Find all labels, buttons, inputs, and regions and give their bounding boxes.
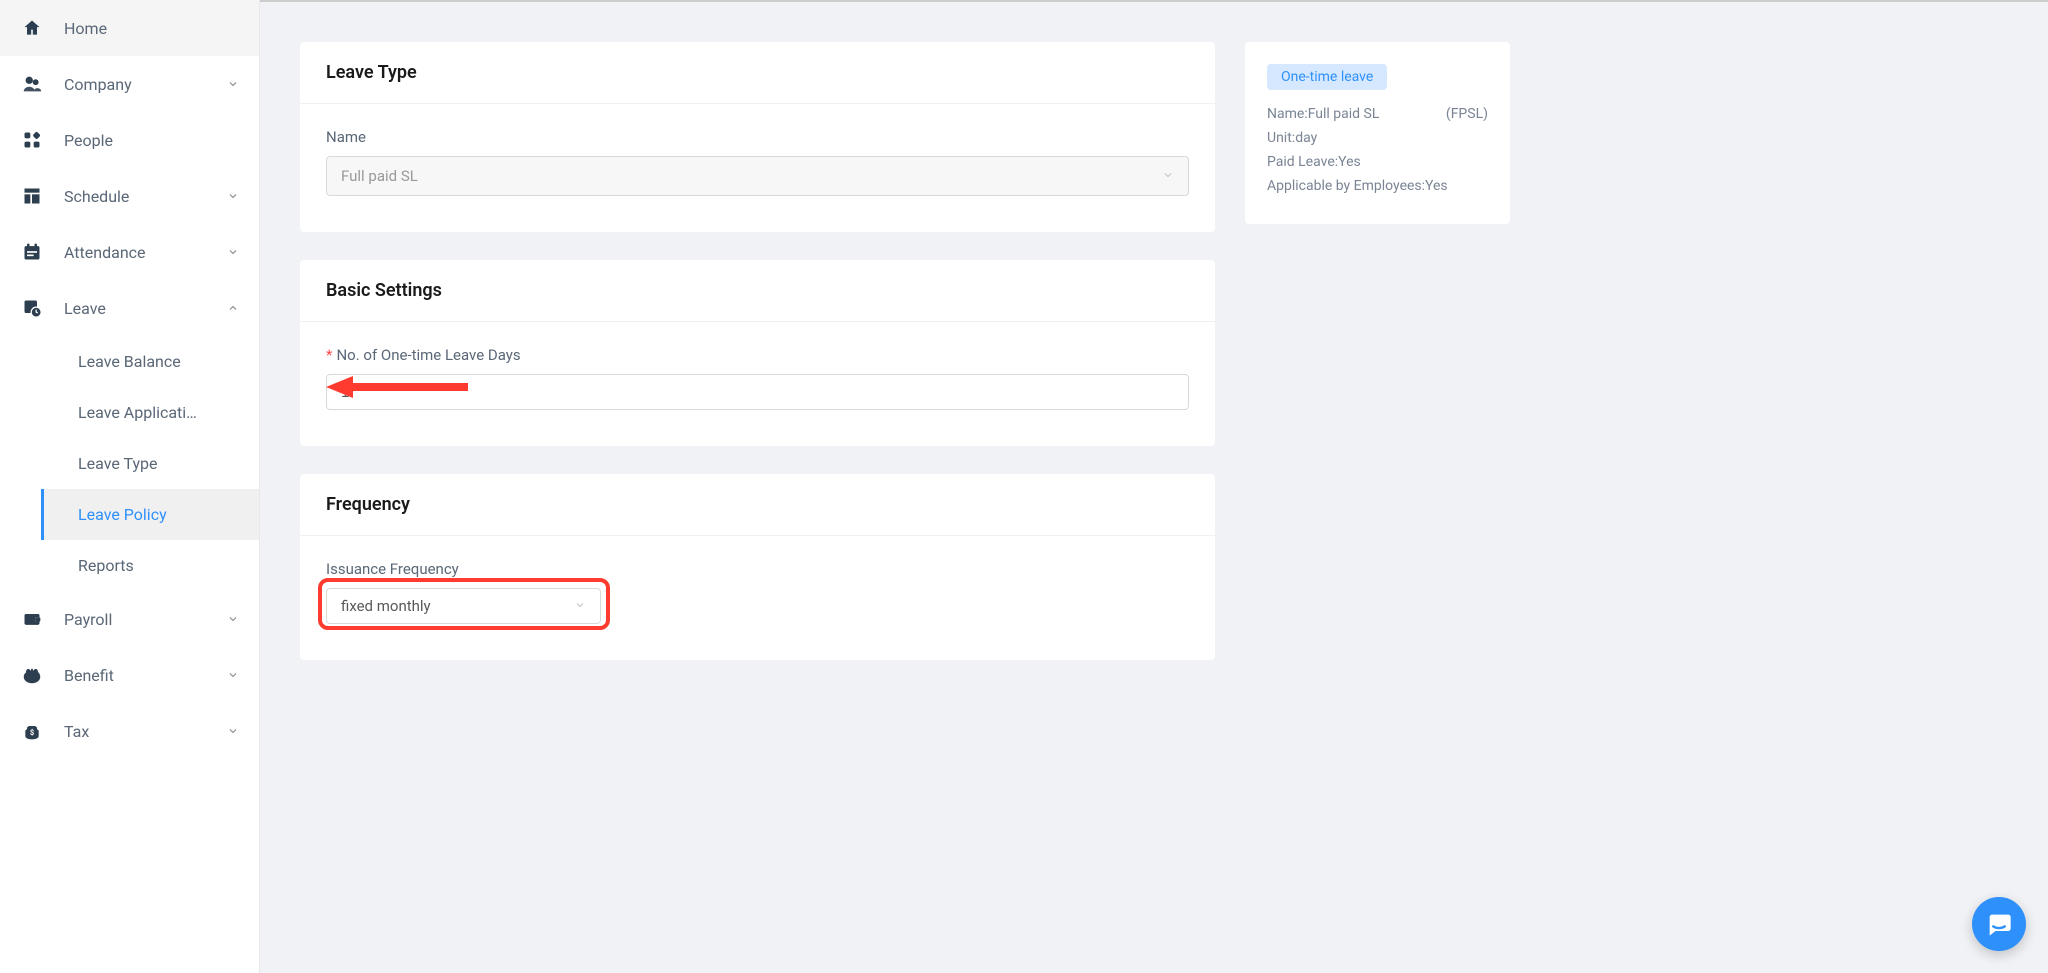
- chevron-down-icon: [574, 597, 586, 615]
- benefit-icon: [20, 663, 44, 687]
- main-content: Leave Type Name Full paid SL Basic Setti…: [260, 0, 2048, 973]
- svg-text:$: $: [30, 728, 34, 737]
- chevron-down-icon: [227, 243, 239, 262]
- sidebar-item-leave[interactable]: Leave: [0, 280, 259, 336]
- sub-item-reports[interactable]: Reports: [44, 540, 259, 591]
- sidebar-item-tax[interactable]: $ Tax: [0, 703, 259, 759]
- issuance-select[interactable]: fixed monthly: [326, 588, 601, 624]
- sidebar-item-label: Payroll: [64, 610, 227, 629]
- chevron-down-icon: [227, 187, 239, 206]
- sidebar-item-label: Leave: [64, 299, 227, 318]
- chevron-down-icon: [227, 722, 239, 741]
- info-applicable: Applicable by Employees: Yes: [1267, 178, 1488, 194]
- card-header: Frequency: [300, 474, 1215, 536]
- chevron-down-icon: [227, 610, 239, 629]
- info-card: One-time leave Name: Full paid SL (FPSL)…: [1245, 42, 1510, 224]
- company-icon: [20, 72, 44, 96]
- card-header: Leave Type: [300, 42, 1215, 104]
- card-title: Basic Settings: [326, 280, 1189, 301]
- sidebar: Home Company People Schedule Attendance: [0, 0, 260, 973]
- info-panel: One-time leave Name: Full paid SL (FPSL)…: [1245, 42, 1510, 943]
- name-select-value: Full paid SL: [341, 167, 418, 185]
- card-title: Leave Type: [326, 62, 1189, 83]
- sidebar-item-label: Benefit: [64, 666, 227, 685]
- info-unit: Unit: day: [1267, 130, 1488, 146]
- tax-icon: $: [20, 719, 44, 743]
- sidebar-item-attendance[interactable]: Attendance: [0, 224, 259, 280]
- name-select: Full paid SL: [326, 156, 1189, 196]
- people-icon: [20, 128, 44, 152]
- sub-item-leave-application[interactable]: Leave Applicati…: [44, 387, 259, 438]
- sidebar-item-benefit[interactable]: Benefit: [0, 647, 259, 703]
- chevron-down-icon: [1162, 167, 1174, 185]
- chat-icon: [1985, 910, 2013, 938]
- leave-type-card: Leave Type Name Full paid SL: [300, 42, 1215, 232]
- sub-item-leave-balance[interactable]: Leave Balance: [44, 336, 259, 387]
- payroll-icon: [20, 607, 44, 631]
- card-body: Name Full paid SL: [300, 104, 1215, 232]
- required-marker: *: [326, 346, 332, 364]
- card-header: Basic Settings: [300, 260, 1215, 322]
- card-body: Issuance Frequency fixed monthly: [300, 536, 1215, 660]
- attendance-icon: [20, 240, 44, 264]
- issuance-select-value: fixed monthly: [341, 597, 431, 615]
- leave-submenu: Leave Balance Leave Applicati… Leave Typ…: [0, 336, 259, 591]
- chevron-down-icon: [227, 666, 239, 685]
- issuance-label: Issuance Frequency: [326, 560, 1189, 578]
- sub-item-leave-policy[interactable]: Leave Policy: [41, 489, 259, 540]
- sidebar-item-label: Tax: [64, 722, 227, 741]
- sidebar-item-home[interactable]: Home: [0, 0, 259, 56]
- sidebar-item-payroll[interactable]: Payroll: [0, 591, 259, 647]
- sub-item-leave-type[interactable]: Leave Type: [44, 438, 259, 489]
- sidebar-item-people[interactable]: People: [0, 112, 259, 168]
- leave-icon: [20, 296, 44, 320]
- sidebar-item-label: Schedule: [64, 187, 227, 206]
- card-title: Frequency: [326, 494, 1189, 515]
- days-label: *No. of One-time Leave Days: [326, 346, 1189, 364]
- leave-type-badge: One-time leave: [1267, 64, 1387, 90]
- name-label: Name: [326, 128, 1189, 146]
- sidebar-item-label: Company: [64, 75, 227, 94]
- sidebar-item-schedule[interactable]: Schedule: [0, 168, 259, 224]
- sidebar-item-label: Attendance: [64, 243, 227, 262]
- sidebar-item-label: Home: [64, 19, 239, 38]
- sidebar-item-label: People: [64, 131, 239, 150]
- days-input[interactable]: [326, 374, 1189, 410]
- frequency-card: Frequency Issuance Frequency fixed month…: [300, 474, 1215, 660]
- chevron-up-icon: [227, 299, 239, 318]
- home-icon: [20, 16, 44, 40]
- basic-settings-card: Basic Settings *No. of One-time Leave Da…: [300, 260, 1215, 446]
- form-content: Leave Type Name Full paid SL Basic Setti…: [300, 42, 1215, 943]
- chat-button[interactable]: [1972, 897, 2026, 951]
- info-name: Name: Full paid SL (FPSL): [1267, 106, 1488, 122]
- chevron-down-icon: [227, 75, 239, 94]
- schedule-icon: [20, 184, 44, 208]
- info-paid: Paid Leave: Yes: [1267, 154, 1488, 170]
- card-body: *No. of One-time Leave Days: [300, 322, 1215, 446]
- sidebar-item-company[interactable]: Company: [0, 56, 259, 112]
